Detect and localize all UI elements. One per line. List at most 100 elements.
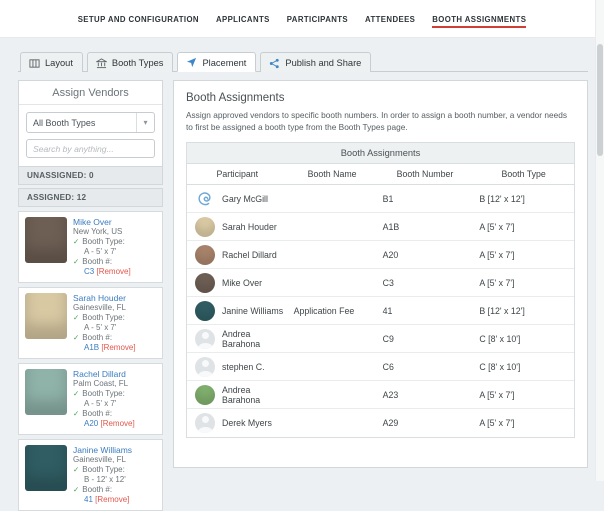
vendor-location: Gainesville, FL (73, 455, 126, 464)
booth-type-filter-value: All Booth Types (33, 117, 96, 128)
column-header-booth-number: Booth Number (396, 169, 454, 179)
table-header-row: Participant Booth Name Booth Number Boot… (187, 164, 574, 185)
layout-icon (29, 58, 40, 69)
scrollbar-thumb[interactable] (597, 44, 603, 156)
participant-name: Andrea Barahona (222, 328, 261, 349)
table-row[interactable]: Sarah Houder A1B A [5' x 7'] (187, 213, 574, 241)
tab-placement-label: Placement (202, 57, 247, 68)
booth-number-cell: C9 (382, 333, 394, 344)
booth-number-cell: A29 (382, 418, 399, 428)
vendor-location: New York, US (73, 227, 123, 236)
booth-number-label: Booth #: (82, 485, 113, 494)
check-icon: ✓ (73, 257, 80, 266)
unassigned-count: UNASSIGNED: 0 (18, 167, 163, 185)
booth-number-label: Booth #: (82, 257, 113, 266)
booth-type-value: A - 5' x 7' (84, 323, 117, 332)
vendor-avatar (25, 217, 67, 263)
participant-avatar (195, 413, 215, 433)
booth-type-cell: A [5' x 7'] (479, 277, 515, 288)
vendor-name-link[interactable]: Sarah Houder (73, 293, 136, 303)
booth-type-filter[interactable]: All Booth Types ▾ (26, 112, 155, 133)
booth-number-cell: B1 (382, 193, 394, 204)
nav-item-setup[interactable]: SETUP AND CONFIGURATION (78, 10, 199, 28)
participant-name: Rachel Dillard (222, 249, 277, 260)
booth-number-value: C3 (84, 267, 95, 276)
vendor-location: Palm Coast, FL (73, 379, 129, 388)
booth-number-cell: C3 (382, 277, 394, 288)
vendor-name-link[interactable]: Rachel Dillard (73, 369, 135, 379)
booth-type-cell: A [5' x 7'] (479, 249, 515, 260)
participant-avatar (195, 272, 215, 293)
check-icon: ✓ (73, 409, 80, 418)
participant-name: stephen C. (222, 361, 265, 372)
booth-type-label: Booth Type: (82, 237, 125, 246)
booth-type-cell: A [5' x 7'] (479, 389, 515, 400)
nav-item-applicants[interactable]: APPLICANTS (216, 10, 270, 28)
table-row[interactable]: Andrea Barahona C9 C [8' x 10'] (187, 325, 574, 353)
check-icon: ✓ (73, 465, 80, 474)
table-row[interactable]: Gary McGill B1 B [12' x 12'] (187, 185, 574, 213)
booth-type-cell: A [5' x 7'] (479, 418, 515, 428)
nav-item-booth-assignments[interactable]: BOOTH ASSIGNMENTS (432, 10, 527, 28)
table-row[interactable]: Rachel Dillard A20 A [5' x 7'] (187, 241, 574, 269)
chevron-down-icon: ▾ (136, 113, 154, 132)
tab-placement[interactable]: Placement (177, 52, 257, 72)
tab-publish-and-share-label: Publish and Share (285, 58, 362, 68)
vendor-card[interactable]: Janine Williams Gainesville, FL ✓ Booth T… (18, 439, 163, 511)
participant-avatar (195, 216, 215, 237)
booth-number-cell: A1B (382, 221, 400, 232)
table-row[interactable]: stephen C. C6 C [8' x 10'] (187, 353, 574, 381)
vendor-avatar (25, 445, 67, 491)
column-header-participant: Participant (216, 169, 259, 179)
table-row[interactable]: Janine Williams Application Fee 41 B [12… (187, 297, 574, 325)
table-row[interactable]: Derek Myers A29 A [5' x 7'] (187, 409, 574, 437)
remove-link[interactable]: [Remove] (95, 495, 129, 504)
vendor-card[interactable]: Sarah Houder Gainesville, FL ✓ Booth Type… (18, 287, 163, 359)
participant-avatar (195, 300, 215, 321)
assign-vendors-header: Assign Vendors All Booth Types ▾ (18, 80, 163, 167)
booth-number-value: A20 (84, 419, 99, 428)
vertical-scrollbar[interactable] (595, 0, 604, 481)
table-row[interactable]: Andrea Barahona A23 A [5' x 7'] (187, 381, 574, 409)
booth-number-cell: A23 (382, 389, 399, 400)
participant-avatar (195, 356, 215, 377)
participant-name: Sarah Houder (222, 221, 277, 232)
table-row[interactable]: Mike Over C3 A [5' x 7'] (187, 269, 574, 297)
vendor-name-link[interactable]: Mike Over (73, 217, 131, 227)
check-icon: ✓ (73, 313, 80, 322)
check-icon: ✓ (73, 485, 80, 494)
vendor-avatar (25, 293, 67, 339)
booth-number-label: Booth #: (82, 409, 113, 418)
tab-booth-types[interactable]: Booth Types (86, 52, 174, 72)
page-content: Layout Booth Types Placement Publish and… (0, 38, 604, 511)
tab-publish-and-share[interactable]: Publish and Share (260, 52, 372, 72)
booth-number-value: 41 (84, 495, 93, 504)
vendor-card[interactable]: Mike Over New York, US ✓ Booth Type: A - … (18, 211, 163, 283)
booth-type-cell: B [12' x 12'] (479, 193, 525, 204)
booth-type-cell: B [12' x 12'] (479, 305, 525, 316)
assigned-count: ASSIGNED: 12 (18, 188, 163, 207)
participant-name: Gary McGill (222, 193, 268, 204)
remove-link[interactable]: [Remove] (101, 343, 135, 352)
search-input[interactable] (26, 139, 155, 158)
top-navigation: SETUP AND CONFIGURATION APPLICANTS PARTI… (0, 0, 604, 38)
assignments-table: Booth Assignments Participant Booth Name… (186, 142, 575, 438)
booth-type-value: A - 5' x 7' (84, 247, 117, 256)
vendor-name-link[interactable]: Janine Williams (73, 445, 132, 455)
participant-name: Mike Over (222, 277, 263, 288)
booth-type-label: Booth Type: (82, 313, 125, 322)
nav-item-attendees[interactable]: ATTENDEES (365, 10, 415, 28)
vendor-card[interactable]: Rachel Dillard Palm Coast, FL ✓ Booth Typ… (18, 363, 163, 435)
nav-item-participants[interactable]: PARTICIPANTS (287, 10, 348, 28)
page-title: Booth Assignments (186, 92, 285, 104)
booth-type-cell: C [8' x 10'] (479, 361, 521, 372)
remove-link[interactable]: [Remove] (96, 267, 130, 276)
column-header-booth-name: Booth Name (307, 169, 357, 179)
assign-vendors-panel: Assign Vendors All Booth Types ▾ UNASSIG… (18, 80, 163, 511)
column-header-booth-type: Booth Type (501, 169, 546, 179)
remove-link[interactable]: [Remove] (100, 419, 134, 428)
booth-number-cell: A20 (382, 249, 399, 260)
page-description: Assign approved vendors to specific boot… (186, 110, 567, 132)
participant-name: Derek Myers (222, 418, 272, 428)
tab-layout[interactable]: Layout (20, 52, 83, 72)
